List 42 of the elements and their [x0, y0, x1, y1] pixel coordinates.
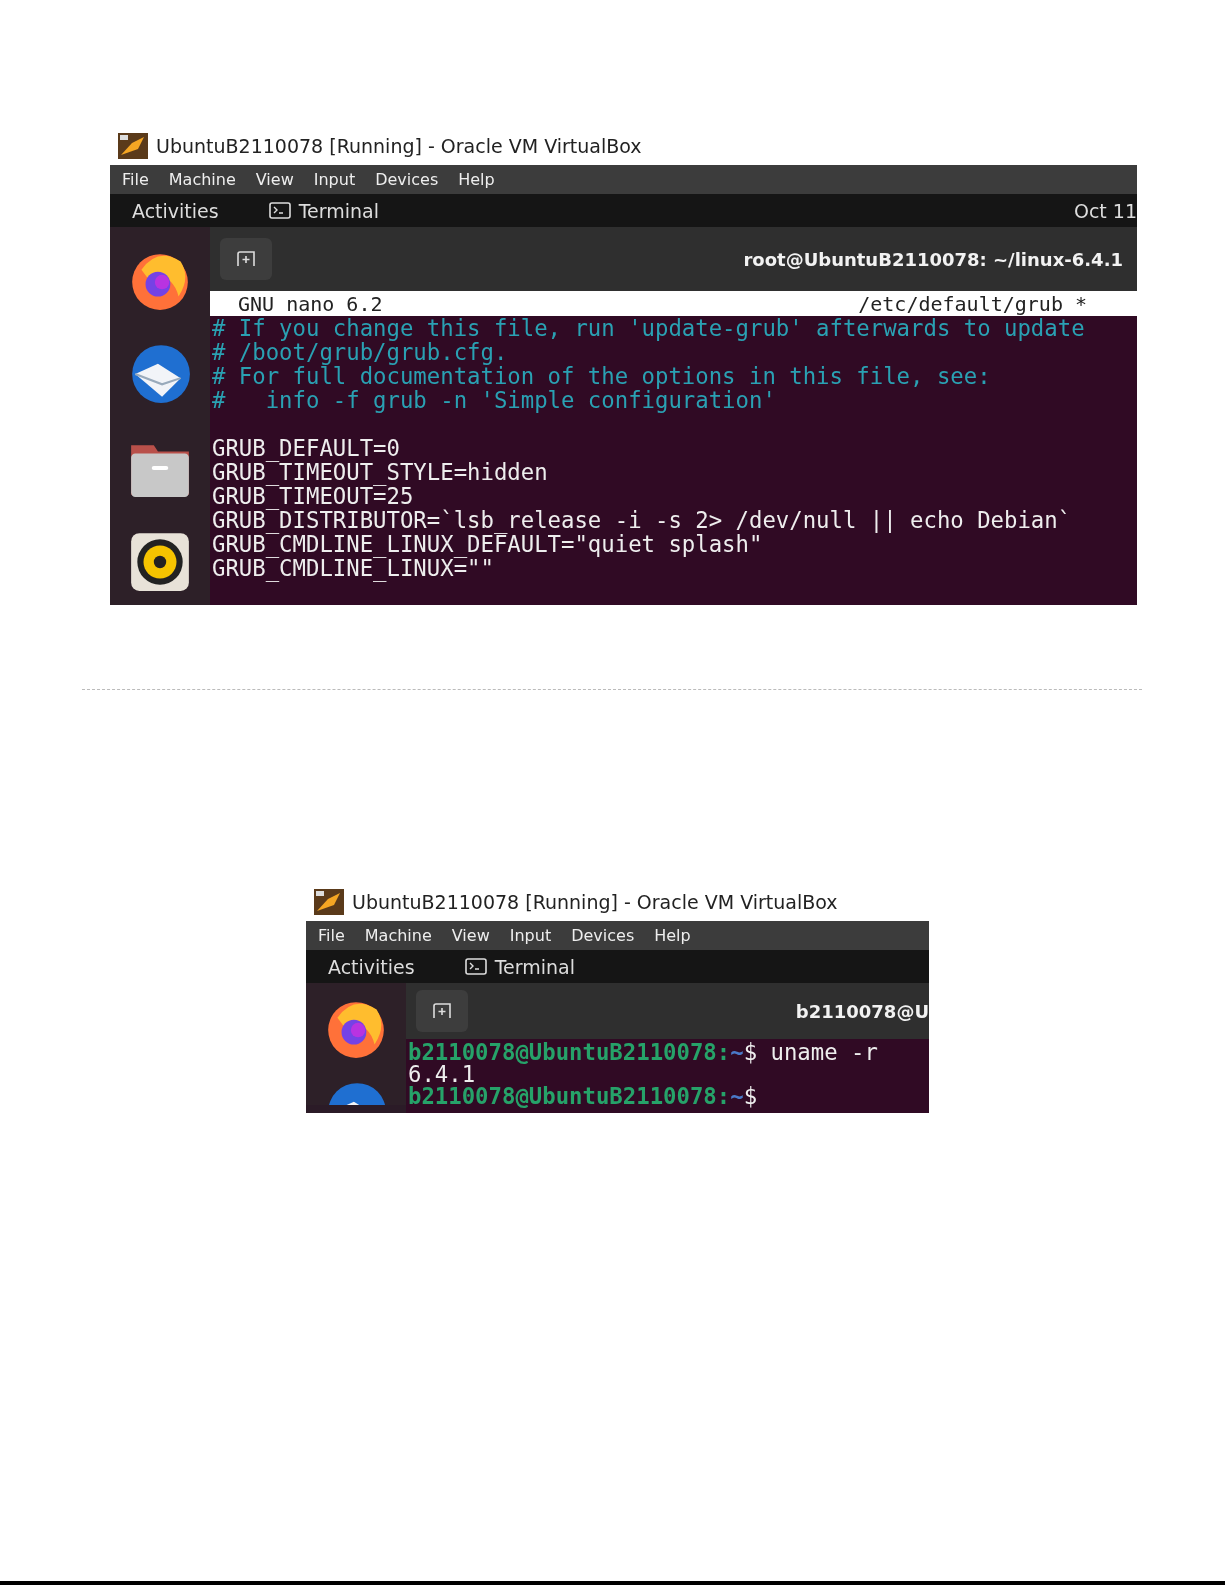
- menu-item[interactable]: Help: [448, 170, 505, 189]
- new-tab-icon: [431, 1002, 453, 1020]
- file-path: /etc/default/grub *: [858, 291, 1087, 316]
- code-line: GRUB_DEFAULT=0: [212, 436, 400, 460]
- terminal-title: root@UbuntuB2110078: ~/linux-6.4.1: [743, 248, 1123, 270]
- code-comment: # info -f grub -n 'Simple configuration': [212, 388, 777, 412]
- app-logo-icon: [118, 133, 148, 159]
- terminal-icon: [268, 202, 291, 219]
- menu-item[interactable]: View: [245, 170, 304, 189]
- menu-item[interactable]: Devices: [365, 170, 449, 189]
- prompt-line: b2110078@UbuntuB2110078:~$ uname -r: [408, 1041, 879, 1063]
- new-tab-icon: [235, 250, 257, 268]
- menu-item[interactable]: Machine: [354, 926, 442, 945]
- activities-button[interactable]: Activities: [328, 955, 415, 978]
- code-line: GRUB_DISTRIBUTOR=`lsb_release -i -s 2> /dev/null || echo Debian`: [212, 508, 1073, 532]
- code-line: GRUB_CMDLINE_LINUX="": [212, 556, 494, 580]
- menu-item[interactable]: Help: [644, 926, 701, 945]
- terminal-icon: [464, 958, 487, 975]
- app-name[interactable]: Terminal: [298, 199, 379, 222]
- code-line: 6.4.1: [408, 1063, 476, 1085]
- editor-version: GNU nano 6.2: [238, 291, 383, 316]
- prompt-line: b2110078@UbuntuB2110078:~$: [408, 1085, 759, 1107]
- code-line: GRUB_TIMEOUT=25: [212, 484, 414, 508]
- terminal-title: b2110078@U: [795, 1000, 929, 1022]
- activities-button[interactable]: Activities: [132, 199, 219, 222]
- code-line: GRUB_TIMEOUT_STYLE=hidden: [212, 460, 549, 484]
- window-title: UbuntuB2110078 [Running] - Oracle VM VirtualBox: [352, 891, 838, 913]
- new-tab-button[interactable]: [416, 990, 468, 1032]
- menu-item[interactable]: File: [112, 170, 159, 189]
- app-logo-icon: [314, 889, 344, 915]
- menu-item[interactable]: Input: [499, 926, 562, 945]
- menu-item[interactable]: Devices: [561, 926, 645, 945]
- menu-item[interactable]: File: [308, 926, 355, 945]
- code-comment: # For full documentation of the options in this file, see:: [212, 364, 992, 388]
- window-title: UbuntuB2110078 [Running] - Oracle VM VirtualBox: [156, 135, 642, 157]
- new-tab-button[interactable]: [220, 238, 272, 280]
- code-line: GRUB_CMDLINE_LINUX_DEFAULT="quiet splash": [212, 532, 764, 556]
- app-name[interactable]: Terminal: [494, 955, 575, 978]
- menu-item[interactable]: View: [441, 926, 500, 945]
- menu-item[interactable]: Machine: [158, 170, 246, 189]
- menu-item[interactable]: Input: [303, 170, 366, 189]
- clock[interactable]: Oct 11: [1073, 199, 1137, 222]
